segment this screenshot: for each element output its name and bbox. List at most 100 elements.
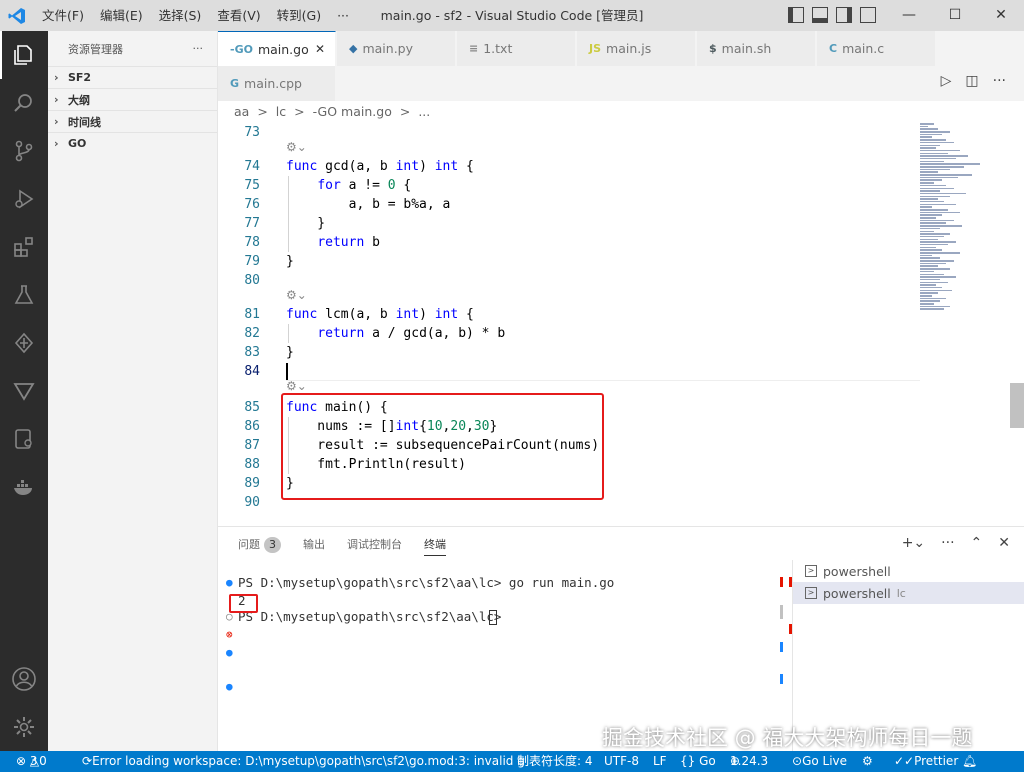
tab-1-txt[interactable]: ≡ 1.txt (457, 31, 576, 66)
editor-scrollbar[interactable] (1010, 383, 1024, 428)
menu-go[interactable]: 转到(G) (269, 0, 329, 31)
tab-main-py[interactable]: ◆ main.py (337, 31, 456, 66)
codelens-icon[interactable]: ⚙⌄ (286, 379, 307, 393)
terminal-scrollbar[interactable] (780, 605, 783, 619)
code-line-current: 84 (244, 364, 260, 379)
minimize-button[interactable]: — (886, 0, 932, 31)
more-actions-icon[interactable]: ··· (993, 73, 1006, 89)
breadcrumb-aa[interactable]: aa (234, 104, 249, 119)
menu-more[interactable]: ··· (329, 0, 357, 31)
sidebar-more-icon[interactable]: ··· (193, 42, 204, 55)
more-actions-icon[interactable]: ··· (941, 535, 954, 551)
close-window-button[interactable]: ✕ (978, 0, 1024, 31)
tab-label: main.cpp (244, 76, 302, 91)
account-icon[interactable] (0, 655, 48, 703)
sidebar-title: 资源管理器 (68, 42, 123, 56)
minimap[interactable] (920, 123, 1008, 313)
bell-icon[interactable]: 🔔︎ (962, 751, 977, 772)
code-line: 77 } (244, 216, 326, 231)
maximize-panel-icon[interactable]: ⌃ (971, 535, 983, 551)
testing-flask-icon[interactable] (0, 271, 48, 319)
problems-status[interactable]: ⊗ 3 △ 0 (16, 751, 47, 772)
scroll-marker (780, 642, 783, 652)
menu-view[interactable]: 查看(V) (209, 0, 268, 31)
go-version[interactable]: 1.24.3 ⊕ (730, 751, 768, 772)
terminal-prompt: PS D:\mysetup\gopath\src\sf2\aa\lc> (238, 609, 509, 624)
remote-explorer-icon[interactable] (0, 415, 48, 463)
section-sf2[interactable]: › SF2 (48, 66, 217, 88)
toggle-sidebar-icon[interactable] (788, 7, 804, 23)
status-bar: ⊗ 3 △ 0 ⟳ Error loading workspace: D:\my… (0, 751, 1024, 772)
command-success-dot-icon: ● (226, 680, 233, 693)
language-mode[interactable]: {} Go (680, 751, 716, 772)
workspace-error-message[interactable]: ⟳ Error loading workspace: D:\mysetup\go… (82, 751, 525, 772)
breadcrumb-symbol[interactable]: ... (418, 104, 430, 119)
split-editor-icon[interactable]: ◫ (965, 73, 978, 89)
menu-selection[interactable]: 选择(S) (151, 0, 210, 31)
tab-main-c[interactable]: C main.c (817, 31, 936, 66)
code-line: 78 return b (244, 235, 380, 250)
indent-guide (288, 324, 289, 343)
codelens-icon[interactable]: ⚙⌄ (286, 140, 307, 154)
go-live-button[interactable]: ⊙ Go Live (792, 751, 847, 772)
copilot-icon[interactable] (0, 319, 48, 367)
toggle-panel-icon[interactable] (812, 7, 828, 23)
terminal-line: PS D:\mysetup\gopath\src\sf2\aa\lc> go r… (238, 575, 615, 590)
explorer-icon[interactable] (0, 31, 48, 79)
terminal-item-selected[interactable]: > powershell lc (793, 582, 1024, 604)
js-file-icon: JS (589, 42, 602, 55)
tab-problems[interactable]: 问题 3 (238, 535, 281, 556)
section-go[interactable]: › GO (48, 132, 217, 154)
new-terminal-icon[interactable]: +⌄ (902, 535, 925, 551)
toggle-secondary-sidebar-icon[interactable] (836, 7, 852, 23)
tab-debug-console[interactable]: 调试控制台 (347, 535, 402, 556)
editor-actions: ▷ ◫ ··· (941, 73, 1006, 89)
tab-main-cpp[interactable]: G main.cpp (218, 66, 336, 101)
chevron-right-icon: › (54, 137, 59, 150)
menu-edit[interactable]: 编辑(E) (92, 0, 151, 31)
activity-bar-bottom (0, 655, 48, 751)
code-line: 75 for a != 0 { (244, 178, 412, 193)
tab-size-indicator[interactable]: 制表符长度: 4 (517, 751, 593, 772)
breadcrumb-file[interactable]: -GO main.go (313, 104, 392, 119)
breadcrumb-lc[interactable]: lc (276, 104, 286, 119)
maximize-button[interactable]: ☐ (932, 0, 978, 31)
extensions-icon[interactable] (0, 223, 48, 271)
section-timeline[interactable]: › 时间线 (48, 110, 217, 132)
encoding-indicator[interactable]: UTF-8 (604, 751, 639, 772)
close-icon[interactable]: ✕ (315, 42, 325, 56)
code-line: 79} (244, 254, 294, 269)
terminal-item[interactable]: > powershell (793, 560, 1024, 582)
eol-indicator[interactable]: LF (653, 751, 667, 772)
tab-main-go[interactable]: -GO main.go ✕ (218, 31, 336, 66)
activity-bar (0, 31, 48, 751)
close-panel-icon[interactable]: ✕ (998, 535, 1010, 551)
tab-terminal[interactable]: 终端 (424, 535, 446, 556)
tab-label: main.go (257, 41, 309, 57)
copilot-status-icon[interactable]: ⚙ (862, 751, 873, 772)
menu-file[interactable]: 文件(F) (34, 0, 92, 31)
tab-output[interactable]: 输出 (303, 535, 325, 556)
terminal-icon: > (805, 565, 817, 577)
run-debug-icon[interactable] (0, 175, 48, 223)
customize-layout-icon[interactable] (860, 7, 876, 23)
search-icon[interactable] (0, 79, 48, 127)
tab-main-js[interactable]: JS main.js (577, 31, 696, 66)
code-line: 76 a, b = b%a, a (244, 197, 451, 212)
filter-icon[interactable] (0, 367, 48, 415)
docker-icon[interactable] (0, 463, 48, 511)
section-outline[interactable]: › 大纲 (48, 88, 217, 110)
tab-label: main.py (362, 41, 414, 56)
watermark: 掘金技术社区 @ 福大大架构师每日一题 (602, 726, 973, 750)
prettier-button[interactable]: ✓✓ Prettier (894, 751, 958, 772)
tab-label: main.sh (721, 41, 772, 56)
codelens-icon[interactable]: ⚙⌄ (286, 288, 307, 302)
cpp-file-icon: G (230, 77, 240, 90)
tab-main-sh[interactable]: $ main.sh (697, 31, 816, 66)
source-control-icon[interactable] (0, 127, 48, 175)
tab-label: main.js (606, 41, 652, 56)
settings-gear-icon[interactable] (0, 703, 48, 751)
chevron-right-icon: › (54, 115, 59, 128)
highlight-box-output (229, 594, 258, 613)
run-icon[interactable]: ▷ (941, 73, 952, 89)
